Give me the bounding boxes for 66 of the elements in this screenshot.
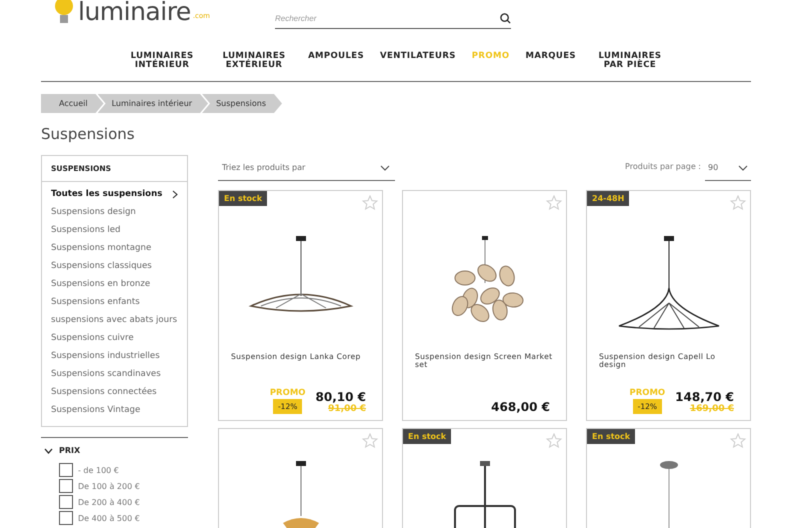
promo-label: PROMO <box>629 388 666 398</box>
chevron-down-icon <box>380 164 390 170</box>
star-icon[interactable] <box>546 195 562 210</box>
category-link[interactable]: Toutes les suspensions <box>51 186 178 204</box>
breadcrumb-link[interactable]: Suspensions <box>202 94 282 113</box>
pendant-lamp-drawing <box>280 461 320 528</box>
checkbox[interactable] <box>59 495 73 509</box>
nav-link[interactable]: LUMINAIRES EXTÉRIEUR <box>208 52 300 81</box>
category-link[interactable]: Suspensions industrielles <box>51 348 178 366</box>
nav-link[interactable]: LUMINAIRES INTÉRIEUR <box>116 52 208 81</box>
price-filter-toggle[interactable]: PRIX <box>41 446 80 455</box>
chevron-right-icon <box>172 190 178 199</box>
category-link[interactable]: Suspensions cuivre <box>51 330 178 348</box>
category-link[interactable]: Suspensions montagne <box>51 240 178 258</box>
nav-link[interactable]: MARQUES <box>517 52 584 81</box>
stock-badge: En stock <box>403 429 452 444</box>
checkbox[interactable] <box>59 511 73 525</box>
product-price: 148,70 € <box>675 390 734 404</box>
nav-link[interactable]: VENTILATEURS <box>372 52 464 81</box>
product-price: 80,10 € <box>316 390 366 404</box>
category-link[interactable]: Suspensions led <box>51 222 178 240</box>
chevron-down-icon <box>44 448 53 454</box>
product-card[interactable]: En stock <box>402 428 567 528</box>
checkbox[interactable] <box>59 463 73 477</box>
category-link[interactable]: suspensions avec abats jours <box>51 312 178 330</box>
stock-badge: En stock <box>219 191 268 206</box>
light-bulb-icon <box>52 0 76 26</box>
breadcrumb-link[interactable]: Luminaires intérieur <box>98 94 208 113</box>
category-link[interactable]: Suspensions en bronze <box>51 276 178 294</box>
nav-link[interactable]: LUMINAIRES PAR PIÈCE <box>584 52 676 81</box>
checkbox[interactable] <box>59 479 73 493</box>
sort-dropdown[interactable]: Triez les produits par <box>218 155 395 181</box>
price-option-label: De 100 à 200 € <box>78 482 140 490</box>
promo-label: PROMO <box>270 388 306 398</box>
logo-text: luminaire <box>78 0 191 26</box>
old-price: 169,00 € <box>690 404 734 414</box>
category-link[interactable]: Suspensions enfants <box>51 294 178 312</box>
category-link[interactable]: Suspensions design <box>51 204 178 222</box>
star-icon[interactable] <box>730 433 746 448</box>
per-page-label: Produits par page : <box>625 162 701 170</box>
pendant-lamp-drawing <box>452 461 516 528</box>
product-price: 468,00 € <box>491 400 550 414</box>
product-card[interactable]: En stock <box>586 428 751 528</box>
search-icon[interactable] <box>500 12 511 24</box>
stock-badge: En stock <box>587 429 636 444</box>
price-option-label: De 400 à 500 € <box>78 514 140 522</box>
price-option-label: De 200 à 400 € <box>78 498 140 506</box>
star-icon[interactable] <box>730 195 746 210</box>
pendant-lamp-drawing <box>658 461 678 528</box>
star-icon[interactable] <box>362 433 378 448</box>
stock-badge: 24-48H <box>587 191 630 206</box>
chevron-down-icon <box>738 164 748 170</box>
category-link[interactable]: Suspensions classiques <box>51 258 178 276</box>
category-link[interactable]: Suspensions connectées <box>51 384 178 402</box>
old-price: 91,00 € <box>328 404 366 414</box>
nav-link[interactable]: AMPOULES <box>300 52 372 81</box>
search-field[interactable]: Rechercher <box>275 8 511 29</box>
star-icon[interactable] <box>546 433 562 448</box>
search-input[interactable]: Rechercher <box>275 14 475 22</box>
category-link[interactable]: Suspensions Vintage <box>51 402 178 420</box>
page-title: Suspensions <box>41 125 136 143</box>
category-link[interactable]: Suspensions scandinaves <box>51 366 178 384</box>
price-option-label: - de 100 € <box>78 466 119 474</box>
breadcrumb-link[interactable]: Accueil <box>41 94 104 113</box>
star-icon[interactable] <box>362 195 378 210</box>
per-page-dropdown[interactable]: 90 <box>705 155 751 181</box>
